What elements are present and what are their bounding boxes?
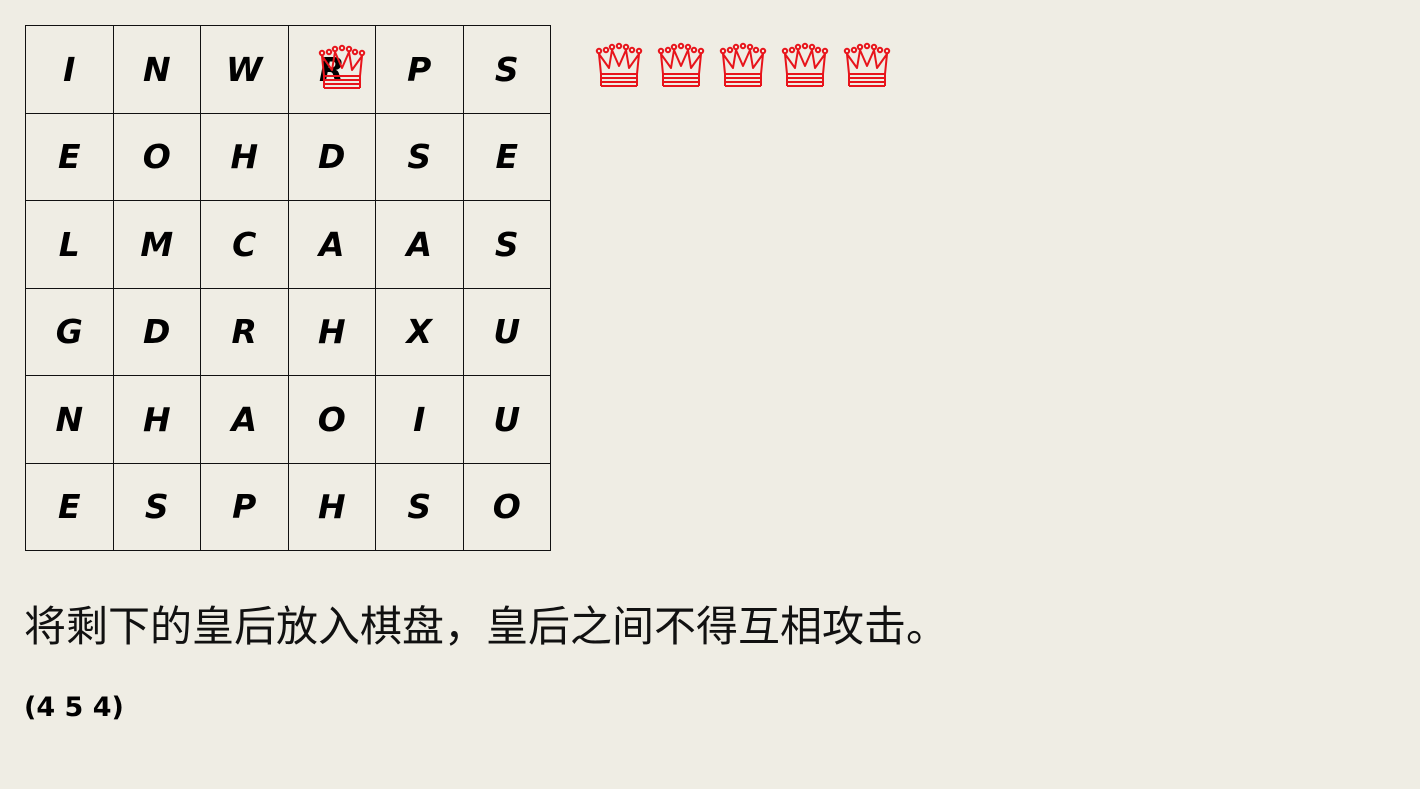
board-cell[interactable]: O	[113, 113, 201, 201]
board-cell[interactable]: S	[113, 463, 201, 551]
cell-letter: E	[495, 137, 519, 177]
board-cell[interactable]: P	[201, 463, 289, 551]
instruction-text: 将剩下的皇后放入棋盘，皇后之间不得互相攻击。	[24, 602, 949, 651]
board-cell[interactable]: E	[26, 463, 114, 551]
board-cell[interactable]: L	[26, 201, 114, 289]
cell-letter: W	[226, 49, 263, 89]
board-cell[interactable]: H	[113, 376, 201, 464]
board-cell[interactable]: S	[376, 463, 464, 551]
board-cell[interactable]: D	[288, 113, 376, 201]
cell-letter: E	[57, 137, 81, 177]
board-cell[interactable]: R	[288, 26, 376, 114]
board-cell[interactable]: I	[376, 376, 464, 464]
cell-letter: O	[317, 399, 346, 439]
cell-letter: R	[231, 312, 257, 352]
cell-letter: H	[230, 137, 259, 177]
cell-letter: I	[63, 49, 76, 89]
cell-letter: S	[494, 224, 519, 264]
queen-crown-icon[interactable]	[842, 41, 892, 91]
cell-letter: S	[407, 487, 432, 527]
board-cell[interactable]: G	[26, 288, 114, 376]
cell-letter: H	[317, 487, 346, 527]
placed-queen-icon[interactable]	[317, 43, 367, 93]
cell-letter: N	[55, 399, 84, 439]
cell-letter: P	[407, 49, 432, 89]
board-cell[interactable]: U	[463, 376, 551, 464]
queen-tray	[594, 41, 892, 91]
board-cell[interactable]: E	[26, 113, 114, 201]
board-cell[interactable]: S	[463, 26, 551, 114]
board-cell[interactable]: O	[463, 463, 551, 551]
board-cell[interactable]: I	[26, 26, 114, 114]
board-cell[interactable]: W	[201, 26, 289, 114]
cell-letter: H	[142, 399, 171, 439]
board-cell[interactable]: E	[463, 113, 551, 201]
board-cell[interactable]: H	[288, 288, 376, 376]
cell-letter: C	[232, 224, 257, 264]
cell-letter: A	[406, 224, 433, 264]
cell-letter: A	[318, 224, 345, 264]
board-cell[interactable]: D	[113, 288, 201, 376]
cell-letter: H	[317, 312, 346, 352]
queen-crown-icon[interactable]	[656, 41, 706, 91]
cell-letter: S	[407, 137, 432, 177]
board-cell[interactable]: A	[201, 376, 289, 464]
cell-letter: X	[406, 312, 432, 352]
queen-crown-icon[interactable]	[780, 41, 830, 91]
board-cell[interactable]: C	[201, 201, 289, 289]
cell-letter: D	[318, 137, 346, 177]
board-cell[interactable]: H	[201, 113, 289, 201]
cell-letter: S	[144, 487, 169, 527]
board-cell[interactable]: A	[376, 201, 464, 289]
queen-crown-icon[interactable]	[718, 41, 768, 91]
cell-letter: I	[413, 399, 426, 439]
cell-letter: P	[232, 487, 257, 527]
board-cell[interactable]: A	[288, 201, 376, 289]
cell-letter: M	[140, 224, 174, 264]
cell-letter: D	[143, 312, 171, 352]
board-cell[interactable]: H	[288, 463, 376, 551]
board-cell[interactable]: N	[113, 26, 201, 114]
cell-letter: O	[142, 137, 171, 177]
board-cell[interactable]: R	[201, 288, 289, 376]
cell-letter: U	[493, 312, 521, 352]
board-cell[interactable]: O	[288, 376, 376, 464]
cell-letter: L	[58, 224, 80, 264]
cell-letter: E	[57, 487, 81, 527]
board-cell[interactable]: N	[26, 376, 114, 464]
cell-letter: S	[494, 49, 519, 89]
cell-letter: O	[492, 487, 521, 527]
board-cell[interactable]: P	[376, 26, 464, 114]
queen-crown-icon[interactable]	[594, 41, 644, 91]
chessboard: INWRPSEOHDSELMCAASGDRHXUNHAOIUESPHSO	[25, 25, 551, 551]
board-cell[interactable]: U	[463, 288, 551, 376]
cell-letter: G	[55, 312, 83, 352]
answer-code: (4 5 4)	[24, 692, 124, 723]
board-cell[interactable]: S	[463, 201, 551, 289]
cell-letter: N	[142, 49, 171, 89]
board-cell[interactable]: M	[113, 201, 201, 289]
cell-letter: A	[231, 399, 258, 439]
board-cell[interactable]: S	[376, 113, 464, 201]
cell-letter: U	[493, 399, 521, 439]
board-cell[interactable]: X	[376, 288, 464, 376]
